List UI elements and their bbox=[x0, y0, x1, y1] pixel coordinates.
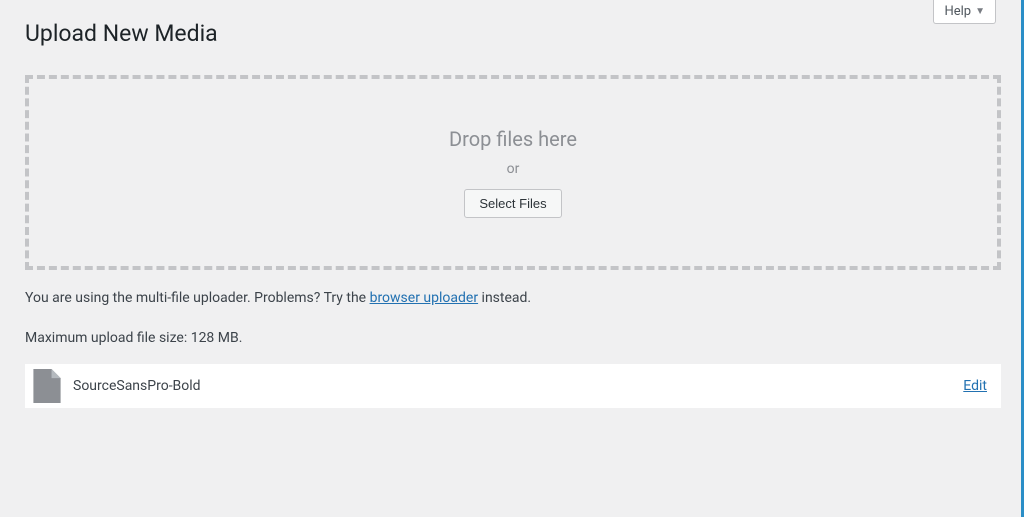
help-tab-button[interactable]: Help ▼ bbox=[933, 0, 996, 24]
info-suffix: instead. bbox=[478, 290, 531, 306]
file-icon bbox=[33, 369, 61, 403]
content-wrap: Upload New Media Drop files here or Sele… bbox=[0, 0, 1021, 408]
dropzone-title: Drop files here bbox=[449, 127, 577, 151]
edit-link[interactable]: Edit bbox=[963, 378, 987, 394]
media-item: SourceSansPro-Bold Edit bbox=[25, 364, 1001, 408]
page-title: Upload New Media bbox=[25, 10, 1001, 53]
browser-uploader-link[interactable]: browser uploader bbox=[370, 290, 479, 306]
uploader-info: You are using the multi-file uploader. P… bbox=[25, 290, 1001, 306]
help-label: Help bbox=[944, 4, 971, 19]
select-files-button[interactable]: Select Files bbox=[464, 189, 561, 218]
chevron-down-icon: ▼ bbox=[975, 6, 985, 17]
max-upload-size: Maximum upload file size: 128 MB. bbox=[25, 330, 1001, 346]
dropzone-or: or bbox=[507, 161, 520, 177]
upload-dropzone[interactable]: Drop files here or Select Files bbox=[25, 75, 1001, 270]
info-prefix: You are using the multi-file uploader. P… bbox=[25, 290, 370, 306]
media-file-name: SourceSansPro-Bold bbox=[73, 378, 963, 394]
